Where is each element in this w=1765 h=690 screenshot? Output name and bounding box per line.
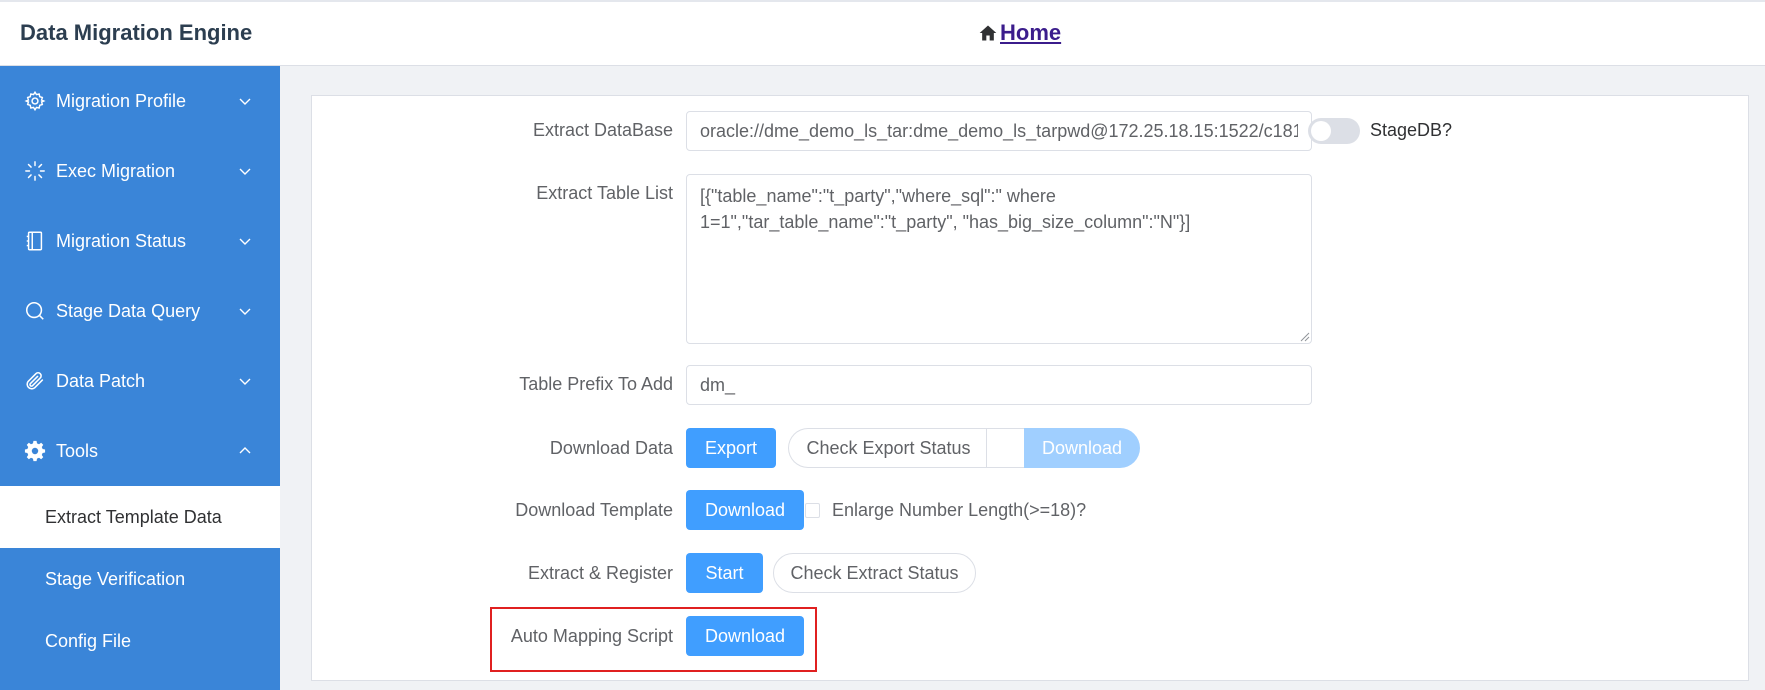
check-export-status-button[interactable]: Check Export Status [788,428,988,468]
sidebar-item-label: Data Patch [56,370,146,391]
sidebar-item-tools[interactable]: Tools [0,416,280,486]
home-link[interactable]: Home [978,20,1061,46]
table-prefix-input[interactable] [686,365,1312,405]
extract-database-input[interactable] [686,111,1312,151]
top-header: Data Migration Engine Home [0,0,1765,66]
sidebar-item-label: Migration Status [56,230,187,251]
submenu-item-extract-template-data[interactable]: Extract Template Data [0,486,280,548]
export-button[interactable]: Export [686,428,776,468]
search-icon [24,300,46,322]
paperclip-icon [24,370,46,392]
sidebar-item-migration-status[interactable]: Migration Status [0,206,280,276]
chevron-down-icon [239,98,251,105]
download-template-label: Download Template [515,500,673,520]
gear-icon [24,90,46,112]
stagedb-label: StageDB? [1370,120,1453,140]
check-extract-status-button[interactable]: Check Extract Status [773,553,976,593]
spinner-icon [24,160,46,182]
app-title: Data Migration Engine [20,20,253,45]
sidebar-item-label: Tools [56,440,99,461]
table-prefix-label: Table Prefix To Add [519,374,673,394]
home-link-label: Home [1000,20,1062,45]
chevron-up-icon [239,447,251,454]
chevron-down-icon [239,238,251,245]
auto-mapping-script-label: Auto Mapping Script [510,626,673,646]
extract-register-label: Extract & Register [527,563,673,583]
auto-mapping-download-button[interactable]: Download [686,616,804,656]
stagedb-toggle[interactable] [1308,118,1360,144]
extract-table-list-label: Extract Table List [536,183,673,203]
chevron-down-icon [239,308,251,315]
chevron-down-icon [239,168,251,175]
sidebar-item-exec-migration[interactable]: Exec Migration [0,136,280,206]
button-group-gap [986,428,1024,468]
download-data-button[interactable]: Download [1024,428,1140,468]
submenu-item-config-file[interactable]: Config File [0,610,280,672]
download-template-button[interactable]: Download [686,490,804,530]
enlarge-number-length-label: Enlarge Number Length(>=18)? [832,500,1087,520]
enlarge-number-length-checkbox[interactable] [805,503,820,518]
submenu-item-stage-verification[interactable]: Stage Verification [0,548,280,610]
notebook-icon [24,230,46,252]
sidebar-item-stage-data-query[interactable]: Stage Data Query [0,276,280,346]
sidebar: Migration Profile Exec Migration Migrati… [0,66,280,690]
sidebar-item-migration-profile[interactable]: Migration Profile [0,66,280,136]
sidebar-item-label: Stage Data Query [56,300,201,321]
download-data-label: Download Data [549,438,673,458]
toggle-knob [1311,121,1331,141]
sidebar-item-label: Migration Profile [56,90,187,111]
cog-filled-icon [24,440,46,462]
sidebar-item-data-patch[interactable]: Data Patch [0,346,280,416]
home-icon [979,25,997,41]
chevron-down-icon [239,378,251,385]
sidebar-item-label: Exec Migration [56,160,176,181]
start-button[interactable]: Start [686,553,763,593]
extract-table-list-textarea[interactable]: [{"table_name":"t_party","where_sql":" w… [686,174,1312,344]
extract-database-label: Extract DataBase [532,120,673,140]
resize-grip-icon[interactable] [1298,330,1310,342]
